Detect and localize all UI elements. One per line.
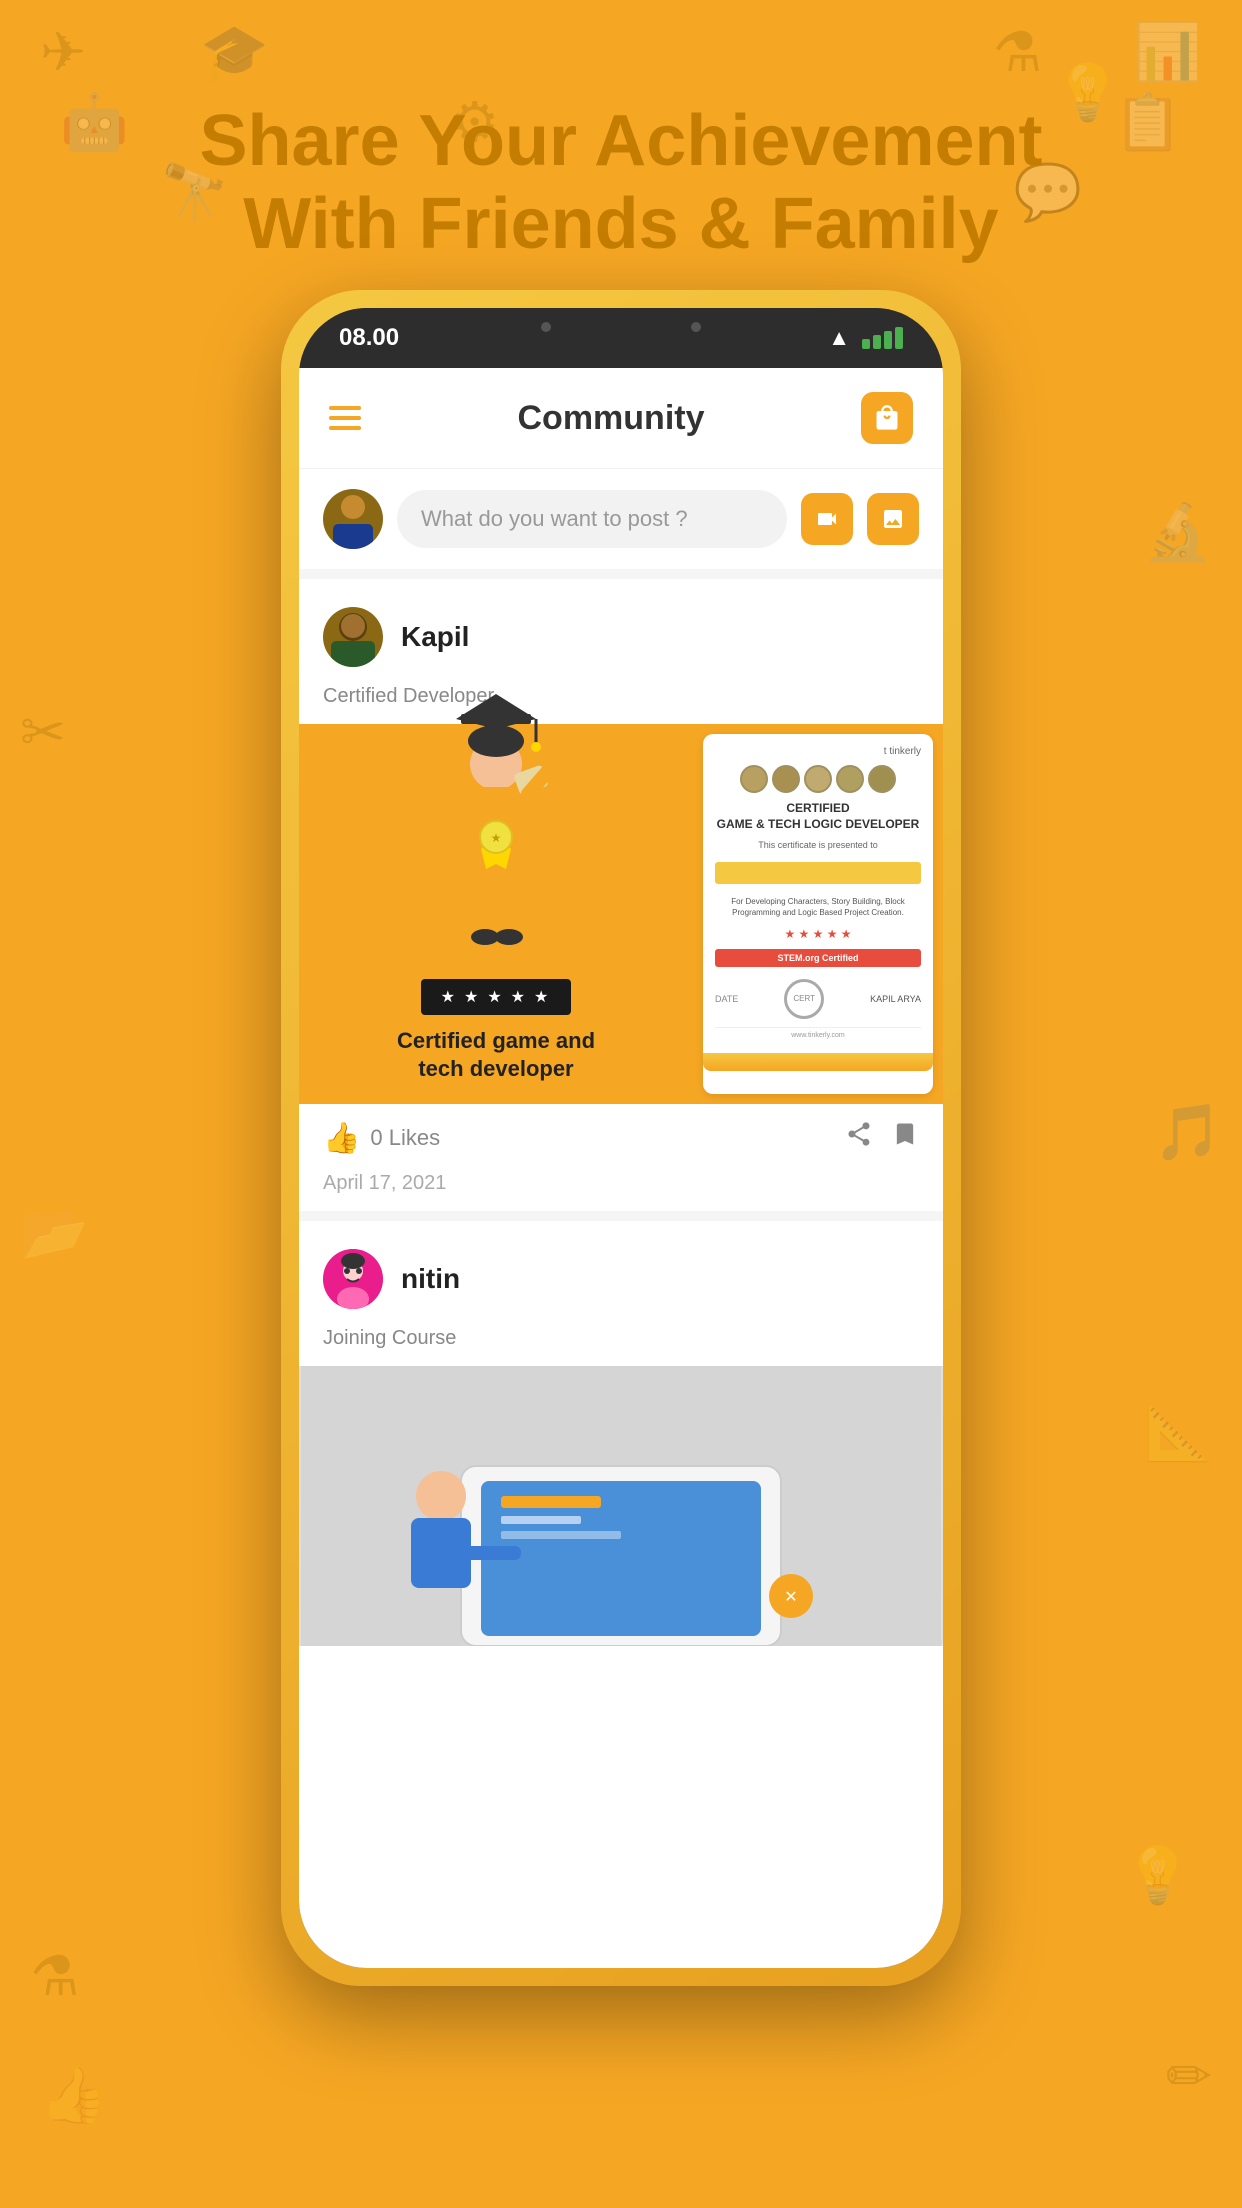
bag-svg-icon (873, 404, 901, 432)
cert-description: For Developing Characters, Story Buildin… (715, 896, 921, 918)
post-input-area: What do you want to post ? (299, 469, 943, 569)
post-caption: Certified game andtech developer (397, 1027, 595, 1084)
status-indicators: ▲ (828, 325, 903, 351)
notch-sensor (691, 322, 701, 332)
post-card-2: nitin Joining Course (299, 1231, 943, 1646)
hero-title: Share Your Achievement With Friends & Fa… (0, 100, 1242, 266)
stars-bar: ★★★★★ (421, 979, 572, 1015)
cert-footer: www.tinkerly.com (715, 1027, 921, 1039)
cert-bottom-row: DATE CERT KAPIL ARYA (715, 979, 921, 1019)
page-title: Community (518, 399, 705, 438)
app-header: Community (299, 368, 943, 469)
svg-text:✕: ✕ (784, 1589, 797, 1606)
status-time: 08.00 (339, 324, 399, 352)
battery-icon (862, 327, 903, 349)
phone-frame: 08.00 ▲ (281, 290, 961, 1986)
graduate-svg: ★ (406, 689, 586, 969)
cert-brand: t tinkerly (715, 746, 921, 757)
cert-signature: KAPIL ARYA (870, 994, 921, 1004)
post-card-1: Kapil Certified Developer (299, 589, 943, 1211)
svg-text:★: ★ (491, 831, 502, 845)
notch-camera (541, 322, 551, 332)
cert-subtitle: This certificate is presented to (715, 840, 921, 850)
hamburger-menu[interactable] (329, 406, 361, 430)
cert-title: CERTIFIEDGAME & TECH LOGIC DEVELOPER (715, 801, 921, 832)
post-user-row: Kapil (299, 589, 943, 685)
menu-line-3 (329, 426, 361, 430)
avatar-svg (323, 489, 383, 549)
cert-name-bar (715, 862, 921, 884)
cert-icons-row (715, 765, 921, 793)
cert-stars: ★ ★ ★ ★ ★ (715, 927, 921, 941)
achievement-graphic-left: ★ ★★★★★ Certified game andtech developer (299, 724, 693, 1104)
post-date: April 17, 2021 (299, 1172, 943, 1211)
like-icon[interactable]: 👍 (323, 1121, 360, 1156)
wifi-icon: ▲ (828, 325, 850, 351)
post-subtitle: Certified Developer (299, 685, 943, 724)
current-user-avatar (323, 489, 383, 549)
likes-section: 👍 0 Likes (323, 1121, 440, 1156)
post-user-avatar (323, 607, 383, 667)
nitin-avatar-svg (323, 1249, 383, 1309)
screen-content: Community (299, 368, 943, 1968)
share-icon[interactable] (845, 1120, 873, 1156)
nitin-user-row: nitin (299, 1231, 943, 1327)
hero-section: Share Your Achievement With Friends & Fa… (0, 100, 1242, 266)
nitin-post-image: ✕ (299, 1366, 943, 1646)
phone-mockup: 08.00 ▲ (281, 290, 961, 1986)
action-icons (845, 1120, 919, 1156)
likes-count: 0 Likes (370, 1125, 440, 1151)
divider-2 (299, 1211, 943, 1221)
divider-1 (299, 569, 943, 579)
post-username: Kapil (401, 621, 469, 653)
cert-wave-bottom (703, 1053, 933, 1071)
post-actions-bar: 👍 0 Likes (299, 1104, 943, 1172)
cert-date: DATE (715, 994, 738, 1004)
menu-line-1 (329, 406, 361, 410)
bag-button[interactable] (861, 392, 913, 444)
video-camera-icon (815, 507, 839, 531)
cert-banner: STEM.org Certified (715, 949, 921, 967)
video-upload-button[interactable] (801, 493, 853, 545)
image-icon (881, 507, 905, 531)
kapil-avatar (323, 607, 383, 667)
nitin-avatar (323, 1249, 383, 1309)
post-achievement-image: ★ ★★★★★ Certified game andtech developer (299, 724, 943, 1104)
image-upload-button[interactable] (867, 493, 919, 545)
trophy-figure: ★ (406, 689, 586, 969)
certificate-card: t tinkerly CERTIFIEDGAME & TECH LOGIC DE… (703, 734, 933, 1094)
phone-screen-container: 08.00 ▲ (299, 308, 943, 1968)
nitin-subtitle: Joining Course (299, 1327, 943, 1366)
nitin-username: nitin (401, 1263, 460, 1295)
notch (511, 308, 731, 346)
bookmark-icon[interactable] (891, 1120, 919, 1156)
course-illustration: ✕ (299, 1366, 943, 1646)
cert-seal: CERT (784, 979, 824, 1019)
status-bar: 08.00 ▲ (299, 308, 943, 368)
post-text-input[interactable]: What do you want to post ? (397, 490, 787, 548)
menu-line-2 (329, 416, 361, 420)
